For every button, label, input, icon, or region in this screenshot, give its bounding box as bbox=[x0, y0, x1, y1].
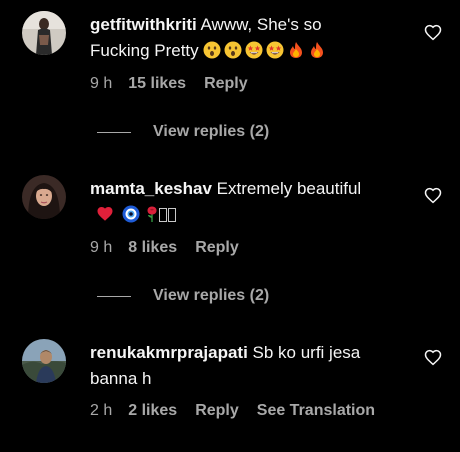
comment-meta: 9 h 8 likes Reply bbox=[90, 238, 257, 258]
like-heart-icon[interactable] bbox=[424, 24, 442, 42]
comment-meta: 9 h 15 likes Reply bbox=[90, 74, 266, 94]
red-heart-icon bbox=[96, 205, 114, 223]
reply-button[interactable]: Reply bbox=[204, 75, 248, 93]
rose-icon bbox=[146, 205, 158, 223]
astonished-face-icon bbox=[203, 41, 221, 59]
like-heart-icon[interactable] bbox=[424, 349, 442, 367]
comment-text: mamta_keshav Extremely beautiful bbox=[90, 176, 408, 228]
comment-likes[interactable]: 2 likes bbox=[128, 402, 177, 420]
comment-username[interactable]: getfitwithkriti bbox=[90, 15, 197, 34]
missing-glyph-icon bbox=[159, 208, 167, 222]
comment-username[interactable]: renukakmrprajapati bbox=[90, 343, 248, 362]
like-heart-icon[interactable] bbox=[424, 187, 442, 205]
reply-button[interactable]: Reply bbox=[195, 402, 239, 420]
comment-time: 9 h bbox=[90, 239, 113, 256]
see-translation-button[interactable]: See Translation bbox=[257, 402, 375, 420]
star-struck-face-icon bbox=[266, 41, 284, 59]
view-replies-button[interactable]: View replies (2) bbox=[97, 122, 269, 142]
reply-button[interactable]: Reply bbox=[195, 239, 239, 257]
comment-meta: 2 h 2 likes Reply See Translation bbox=[90, 401, 375, 421]
view-replies-label: View replies (2) bbox=[153, 287, 270, 304]
comment-body-line1: Awww, She's so bbox=[196, 15, 322, 34]
missing-glyph-icon bbox=[168, 208, 176, 222]
view-replies-label: View replies (2) bbox=[153, 123, 270, 140]
comment-username[interactable]: mamta_keshav bbox=[90, 179, 212, 198]
divider-line bbox=[97, 295, 131, 297]
divider-line bbox=[97, 131, 131, 133]
fire-icon bbox=[287, 41, 305, 59]
comment-likes[interactable]: 8 likes bbox=[128, 239, 177, 257]
comment-body-line2: banna h bbox=[90, 369, 152, 388]
comment-likes[interactable]: 15 likes bbox=[128, 75, 186, 93]
comment-text: renukakmrprajapati Sb ko urfi jesa banna… bbox=[90, 340, 408, 392]
comment-time: 2 h bbox=[90, 402, 113, 419]
comment-body-line1: Extremely beautiful bbox=[211, 179, 362, 198]
nazar-amulet-icon bbox=[122, 205, 140, 223]
astonished-face-icon bbox=[224, 41, 242, 59]
comment-body-line2: Fucking Pretty bbox=[90, 41, 204, 60]
avatar[interactable] bbox=[22, 11, 66, 55]
avatar[interactable] bbox=[22, 175, 66, 219]
view-replies-button[interactable]: View replies (2) bbox=[97, 286, 269, 306]
comment-time: 9 h bbox=[90, 75, 113, 92]
comment-text: getfitwithkriti Awww, She's so Fucking P… bbox=[90, 12, 408, 64]
star-struck-face-icon bbox=[245, 41, 263, 59]
avatar[interactable] bbox=[22, 339, 66, 383]
fire-icon bbox=[308, 41, 326, 59]
comment-body-line1: Sb ko urfi jesa bbox=[247, 343, 361, 362]
